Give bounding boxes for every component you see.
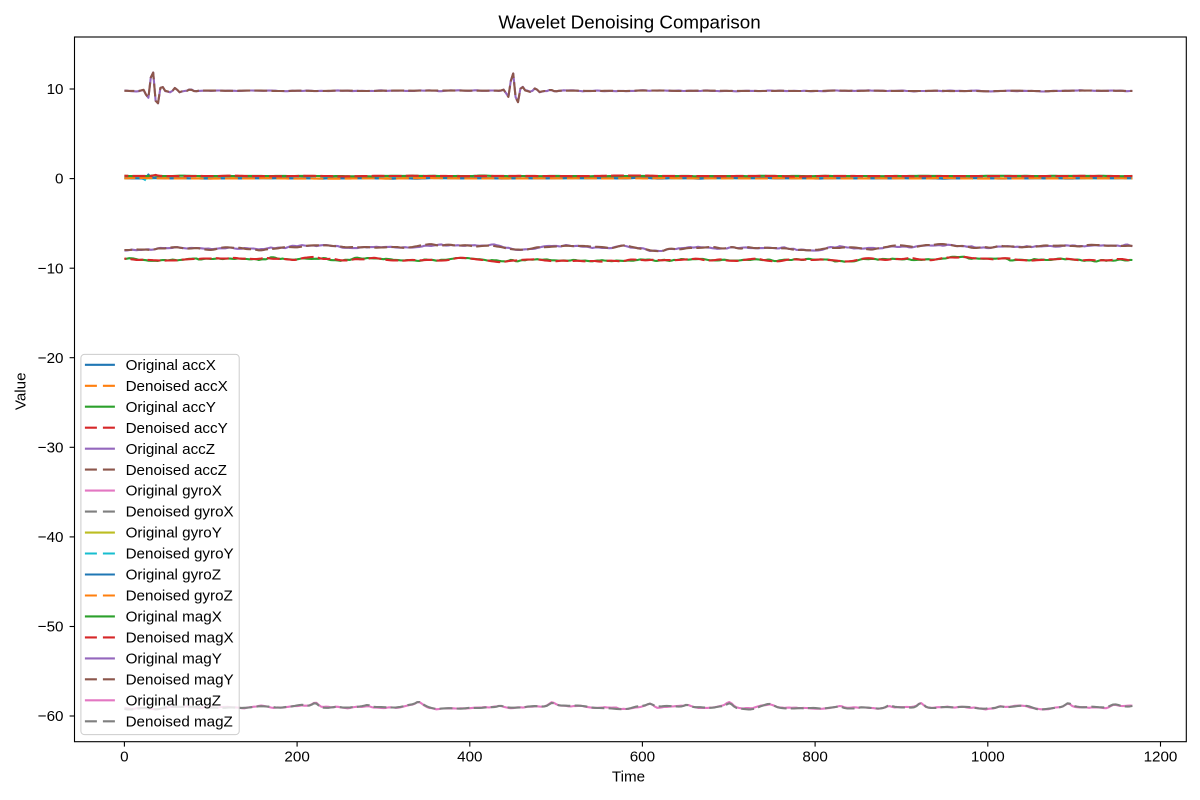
svg-text:−10: −10: [38, 260, 64, 277]
svg-text:Original gyroX: Original gyroX: [126, 483, 222, 500]
svg-text:Original magY: Original magY: [126, 651, 222, 668]
svg-text:Denoised accX: Denoised accX: [126, 378, 228, 395]
svg-text:400: 400: [457, 749, 482, 766]
svg-text:Denoised accY: Denoised accY: [126, 420, 228, 437]
svg-text:−40: −40: [38, 529, 64, 546]
svg-text:Original accZ: Original accZ: [126, 441, 215, 458]
svg-text:Time: Time: [612, 768, 645, 785]
svg-text:Original accY: Original accY: [126, 399, 216, 416]
svg-text:1200: 1200: [1144, 749, 1178, 766]
svg-text:Original gyroY: Original gyroY: [126, 525, 222, 542]
svg-text:Original magZ: Original magZ: [126, 692, 221, 709]
svg-text:Denoised gyroX: Denoised gyroX: [126, 504, 234, 521]
svg-text:10: 10: [47, 81, 64, 98]
svg-text:0: 0: [120, 749, 128, 766]
svg-text:−50: −50: [38, 619, 64, 636]
svg-text:Denoised accZ: Denoised accZ: [126, 462, 227, 479]
svg-text:−60: −60: [38, 708, 64, 725]
svg-text:Denoised gyroZ: Denoised gyroZ: [126, 588, 233, 605]
svg-text:Original gyroZ: Original gyroZ: [126, 567, 221, 584]
svg-text:Original accX: Original accX: [126, 357, 216, 374]
svg-text:200: 200: [284, 749, 309, 766]
svg-text:Denoised magZ: Denoised magZ: [126, 713, 233, 730]
svg-text:Denoised magY: Denoised magY: [126, 671, 234, 688]
svg-text:Wavelet Denoising Comparison: Wavelet Denoising Comparison: [498, 12, 760, 33]
svg-text:−20: −20: [38, 350, 64, 367]
svg-text:−30: −30: [38, 439, 64, 456]
svg-text:600: 600: [630, 749, 655, 766]
svg-text:1000: 1000: [971, 749, 1005, 766]
svg-text:Denoised magX: Denoised magX: [126, 630, 234, 647]
svg-text:Value: Value: [12, 372, 29, 410]
svg-text:800: 800: [802, 749, 827, 766]
svg-text:0: 0: [55, 171, 63, 188]
svg-text:Denoised gyroY: Denoised gyroY: [126, 546, 234, 563]
svg-text:Original magX: Original magX: [126, 609, 222, 626]
